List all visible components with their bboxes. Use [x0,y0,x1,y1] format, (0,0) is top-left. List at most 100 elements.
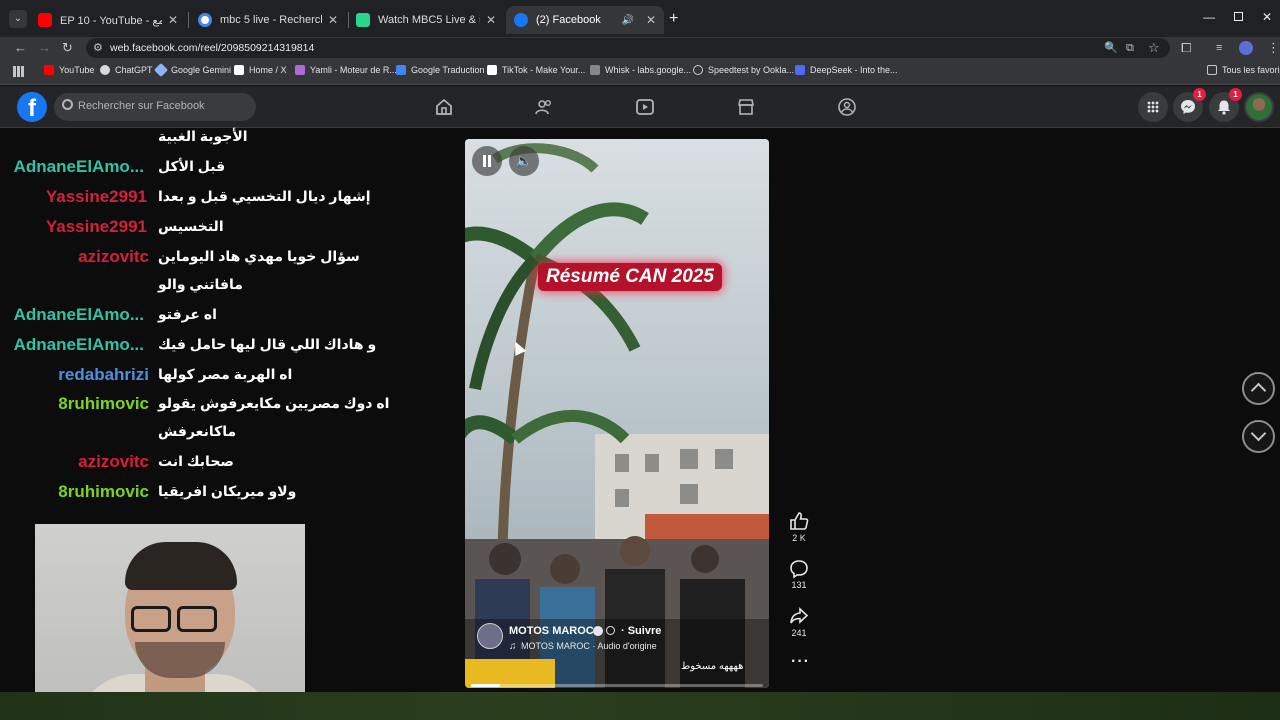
chat-message: إشهار ديال التخسيي قبل و بعدا [158,188,371,204]
bookmark-google-translate[interactable]: Google Traduction [396,65,485,75]
youtube-icon [44,65,54,75]
author-name[interactable]: MOTOS MAROC [509,625,594,637]
close-window-button[interactable]: ✕ [1262,10,1272,24]
previous-reel-button[interactable] [1242,372,1275,405]
media-control-icon[interactable]: ≡ [1216,38,1222,58]
profile-avatar[interactable] [1239,41,1253,55]
chat-message: ولاو ميريكان افريقيا [158,483,297,499]
new-tab-button[interactable]: + [669,10,678,28]
whisk-icon [590,65,600,75]
menu-kebab-icon[interactable]: ⋮ [1267,38,1280,58]
webcam-feed [35,524,305,720]
more-options-icon[interactable]: ··· [791,653,810,671]
tab-search-button[interactable]: ⌄ [9,10,27,28]
audio-label[interactable]: MOTOS MAROC · Audio d'origine [521,641,657,651]
tab-separator [188,12,189,28]
video-icon[interactable] [635,97,655,117]
bookmark-yamli[interactable]: Yamli - Moteur de R... [295,65,397,75]
tab-mbc5[interactable]: Watch MBC5 Live & in HD | Sha ✕ [348,6,504,34]
share-icon[interactable] [788,605,810,627]
bookmark-label: ChatGPT [115,65,153,75]
install-app-icon[interactable]: ⧉ [1126,38,1134,58]
bookmark-star-icon[interactable]: ☆ [1148,38,1160,58]
bookmark-label: Whisk - labs.google... [605,65,692,75]
close-icon[interactable]: ✕ [486,13,496,27]
share-count: 241 [791,628,807,638]
bookmark-deepseek[interactable]: DeepSeek - Into the... [795,65,898,75]
close-icon[interactable]: ✕ [328,13,338,27]
tab-label: (2) Facebook [536,14,601,26]
close-icon[interactable]: ✕ [168,13,178,27]
tab-facebook[interactable]: (2) Facebook 🔊 ✕ [506,6,664,34]
bookmark-label: TikTok - Make Your... [502,65,586,75]
marketplace-icon[interactable] [736,97,756,117]
bookmark-chatgpt[interactable]: ChatGPT [100,65,153,75]
chat-message: قبل الأكل [158,158,226,174]
speaker-icon[interactable]: 🔊 [621,15,633,26]
author-avatar[interactable] [477,623,503,649]
reel-title-overlay: Résumé CAN 2025 [538,263,722,291]
close-icon[interactable]: ✕ [646,13,656,27]
bookmark-label: Google Traduction [411,65,485,75]
facebook-logo[interactable]: f [17,92,47,122]
like-icon[interactable] [788,510,810,532]
chat-username: AdnaneElAmo... [13,305,144,324]
tab-youtube[interactable]: EP 10 - YouTube - عش الطمع ✕ [30,6,186,34]
bookmark-tiktok[interactable]: TikTok - Make Your... [487,65,585,75]
next-reel-button[interactable] [1242,420,1275,453]
chat-username: 8ruhimovic [58,482,149,501]
yamli-icon [295,65,305,75]
pause-button[interactable] [472,146,502,176]
friends-icon[interactable] [534,97,554,117]
bookmark-x[interactable]: Home / X [234,65,287,75]
bookmark-label: Yamli - Moteur de R... [310,65,397,75]
chat-message: اه عرفتو [158,306,217,322]
progress-fill [471,684,501,687]
webcam-hair [125,542,237,590]
comment-count: 131 [791,580,807,590]
forward-arrow-icon[interactable]: → [38,38,51,58]
home-icon[interactable] [434,97,454,117]
extensions-icon[interactable]: ⧠ [1181,38,1191,58]
chat-username: AdnaneElAmo... [13,335,144,354]
groups-icon[interactable] [837,97,857,117]
chat-message: اه دوك مصريين مكايعرفوش يقولو [158,395,390,411]
back-arrow-icon[interactable]: ← [14,38,27,58]
youtube-favicon-icon [38,13,52,27]
chat-username: azizovitc [78,247,149,266]
reload-icon[interactable]: ↻ [62,38,73,58]
comment-icon[interactable] [788,558,810,580]
bookmark-youtube[interactable]: YouTube [44,65,94,75]
facebook-favicon-icon [514,13,528,27]
chat-message: و هاداك اللي قال ليها حامل فيك [158,336,377,352]
x-icon [234,65,244,75]
chat-username: Yassine2991 [45,187,147,206]
all-bookmarks[interactable]: Tous les favoris [1207,65,1280,75]
bookmark-whisk[interactable]: Whisk - labs.google... [590,65,691,75]
translate-icon [396,65,406,75]
speedtest-icon [693,65,703,75]
search-icon [62,99,73,110]
follow-button[interactable]: · Suivre [621,625,661,637]
apps-grid-icon[interactable] [13,66,24,77]
bookmark-label: DeepSeek - Into the... [810,65,898,75]
mbc5-favicon-icon [356,13,370,27]
chat-message: مافاتني والو [158,276,243,292]
tab-google[interactable]: mbc 5 live - Recherche Google ✕ [190,6,346,34]
restore-button[interactable] [1234,12,1243,21]
url-text[interactable]: web.facebook.com/reel/2098509214319814 [110,42,314,54]
reel-video[interactable]: 🔈 Résumé CAN 2025 MOTOS MAROC · Suivre ♫… [465,139,769,688]
bookmark-speedtest[interactable]: Speedtest by Ookla... [693,65,794,75]
progress-track[interactable] [471,684,763,687]
account-avatar[interactable] [1244,92,1274,122]
chat-message: صحابك انت [158,453,234,469]
site-info-icon[interactable]: ⚙ [93,38,103,58]
chatgpt-icon [100,65,110,75]
chevron-up-icon [1250,382,1267,399]
folder-icon [1207,65,1217,75]
bell-icon [1218,100,1230,115]
zoom-icon[interactable]: 🔍 [1104,38,1118,58]
bookmark-gemini[interactable]: Google Gemini [153,62,231,78]
minimize-button[interactable]: — [1203,10,1215,24]
mute-button[interactable]: 🔈 [509,146,539,176]
